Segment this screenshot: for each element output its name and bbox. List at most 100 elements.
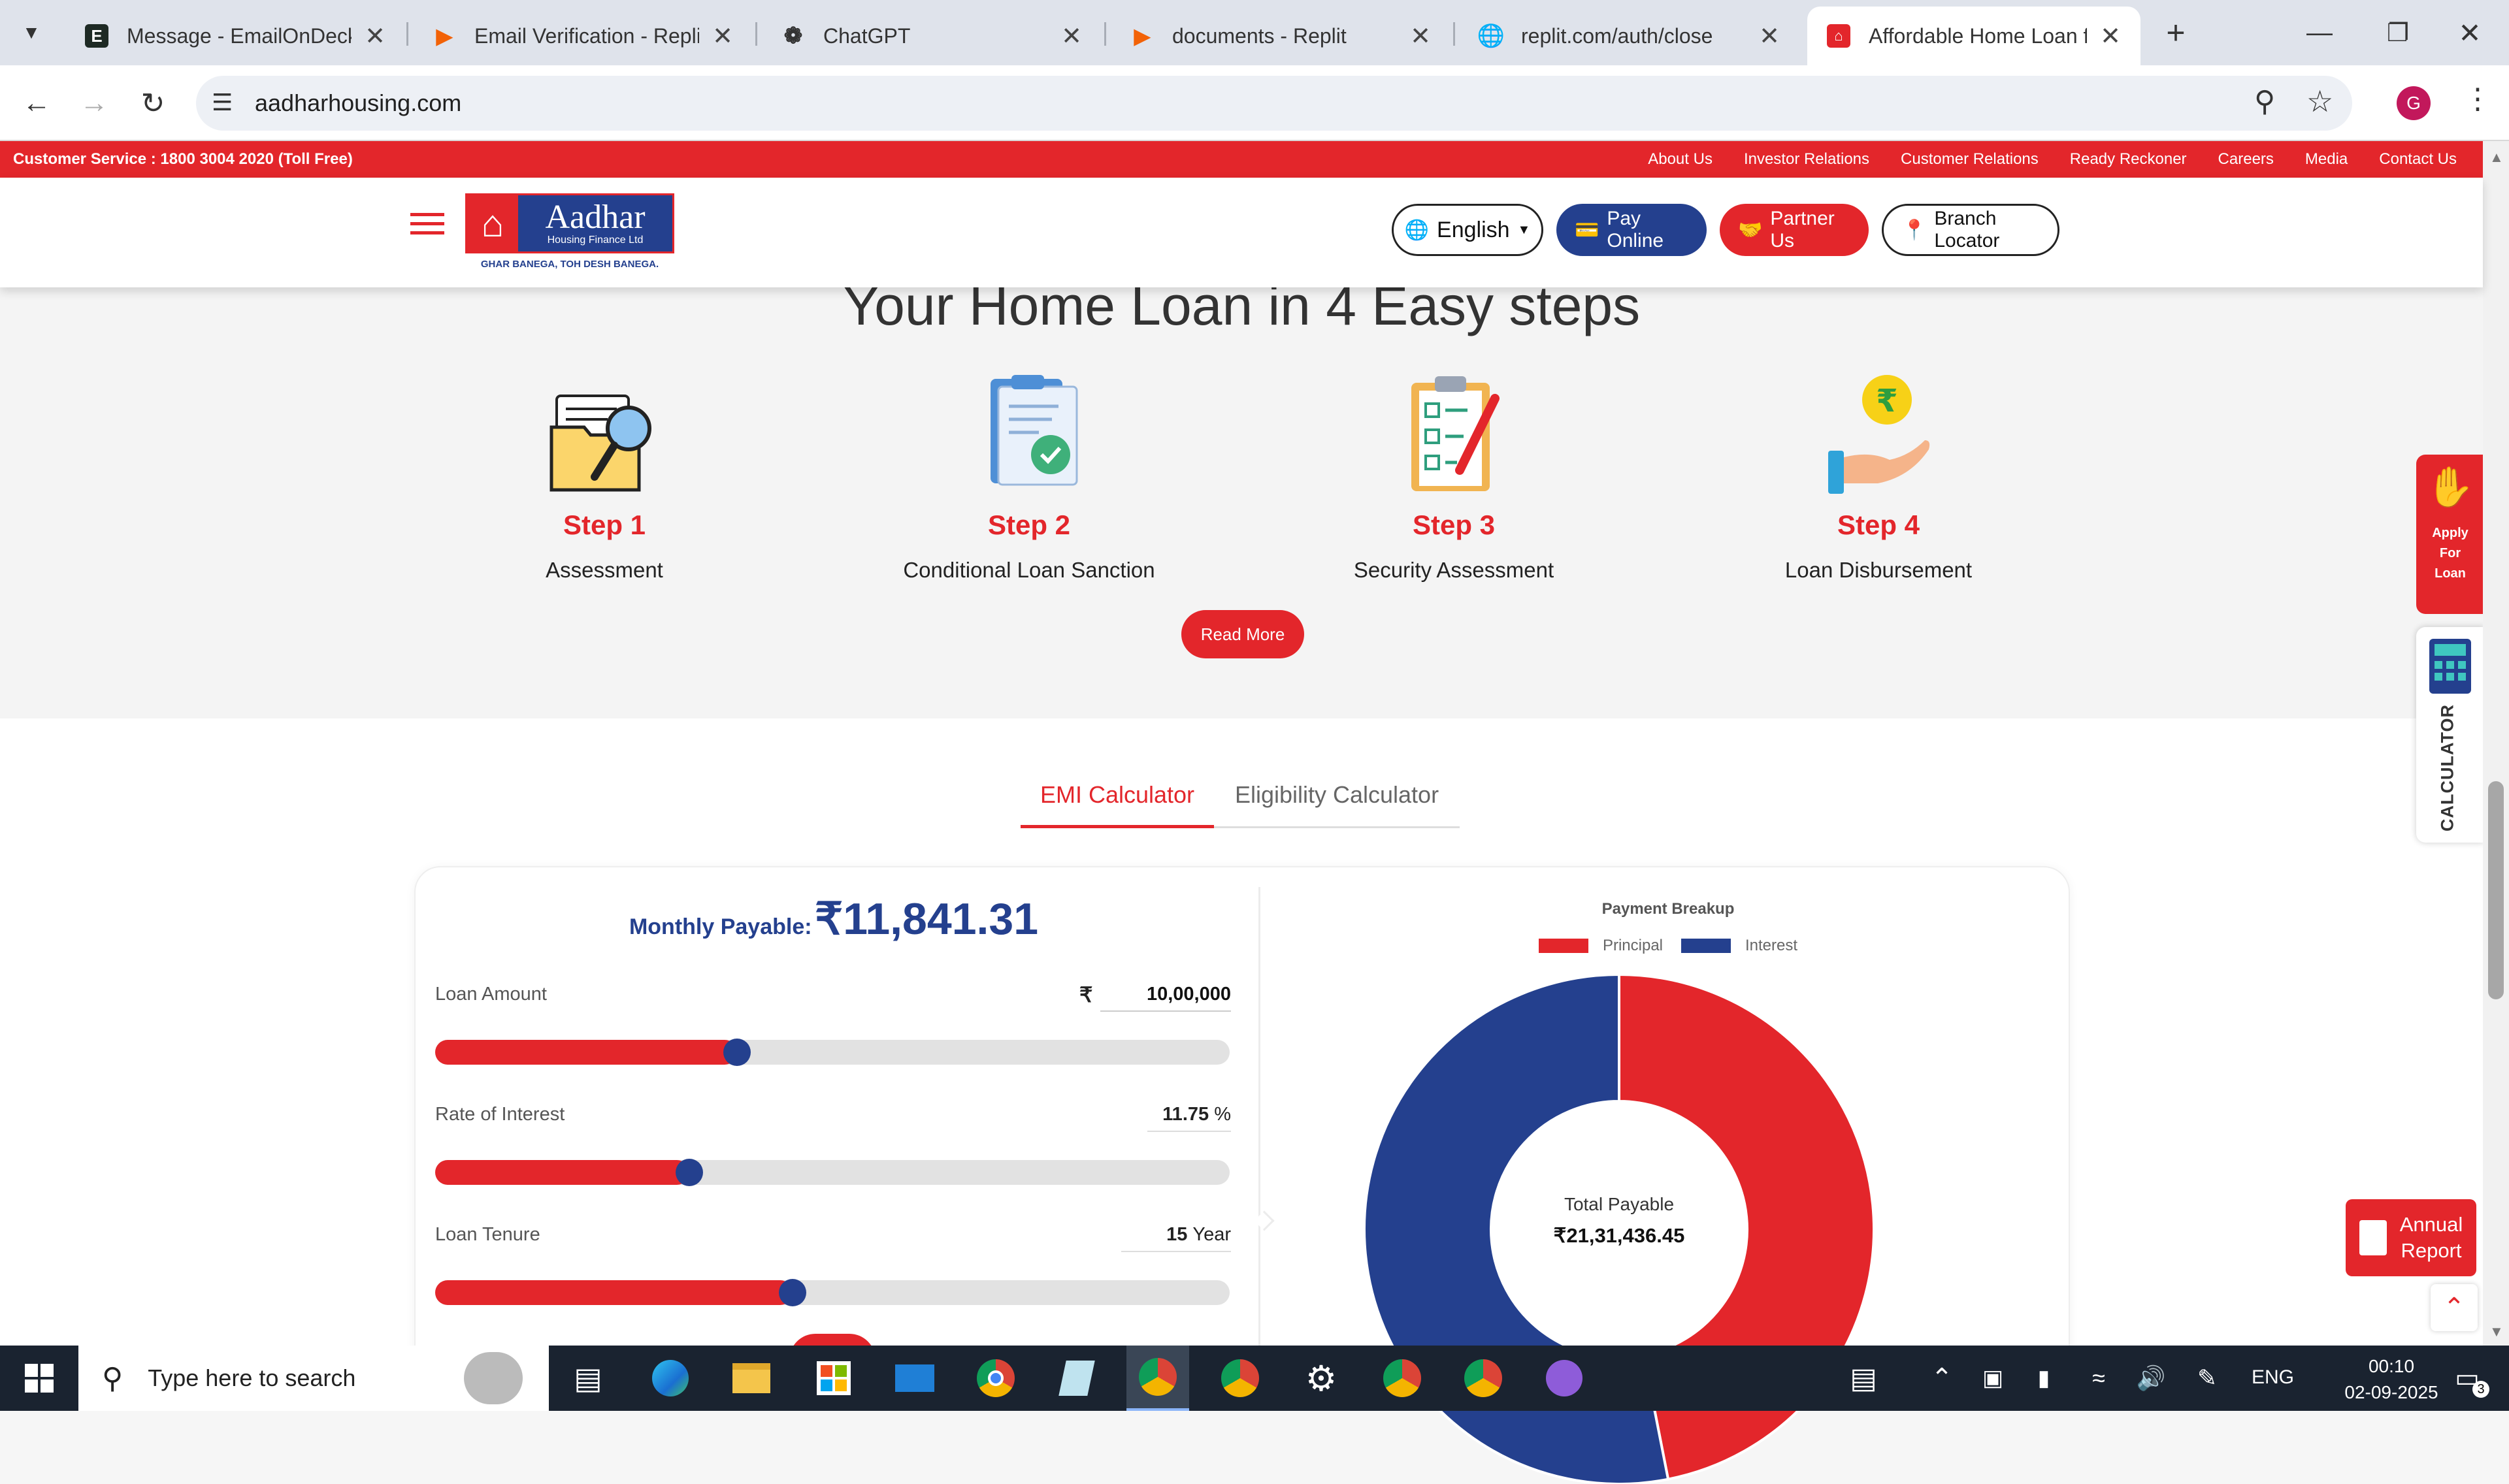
news-widget-icon[interactable]: ▤ [1840,1355,1887,1402]
minimize-icon[interactable]: — [2300,13,2339,52]
link-about-us[interactable]: About Us [1648,150,1713,169]
loan-amount-slider[interactable] [435,1039,1230,1066]
close-tab-icon[interactable]: ✕ [1410,22,1431,51]
interest-rate-input[interactable]: 11.75 [1162,1104,1209,1125]
pay-online-button[interactable]: 💳 Pay Online [1556,204,1707,256]
chrome-profile-g-icon[interactable] [1126,1346,1189,1411]
link-investor-relations[interactable]: Investor Relations [1744,150,1869,169]
tab-title: Affordable Home Loan for [1869,24,2088,48]
pen-icon[interactable]: ✎ [2184,1355,2231,1402]
clock[interactable]: 00:10 02-09-2025 [2326,1353,2457,1406]
interest-rate-label: Rate of Interest [435,1104,565,1125]
browser-tab[interactable]: 🌐 replit.com/auth/close ✕ [1460,7,1799,65]
slider-handle[interactable] [779,1279,807,1306]
scroll-down-arrow-icon[interactable]: ▼ [2489,1323,2504,1340]
link-ready-reckoner[interactable]: Ready Reckoner [2070,150,2187,169]
legend-item[interactable]: Principal [1538,937,1663,955]
forward-icon[interactable]: → [74,84,114,123]
chrome-icon[interactable] [972,1355,1019,1402]
loan-tenure-slider[interactable] [435,1279,1230,1306]
store-icon[interactable] [810,1355,857,1402]
scroll-to-top-button[interactable]: ⌃ [2431,1284,2478,1331]
interest-rate-slider[interactable] [435,1159,1230,1186]
step-card: ₹ Step 4 Loan Disbursement [1715,372,2042,583]
mail-icon[interactable] [891,1355,938,1402]
partner-us-label: Partner Us [1770,208,1835,251]
close-tab-icon[interactable]: ✕ [1759,22,1780,51]
calculator-side-button[interactable]: CALCULATOR [2416,627,2484,843]
close-window-icon[interactable]: ✕ [2450,13,2489,52]
show-hidden-icons[interactable]: ⌃ [1918,1355,1965,1402]
page-scrollbar[interactable]: ▲ ▼ [2483,141,2509,1346]
chrome-profile-3-icon[interactable] [1460,1355,1507,1402]
slider-handle[interactable] [676,1159,704,1186]
file-explorer-icon[interactable] [728,1355,775,1402]
interest-rate-value[interactable]: 11.75 % [1147,1104,1231,1132]
windows-start-icon[interactable] [16,1355,63,1402]
legend-swatch-principal [1538,939,1588,953]
taskbar-search-box[interactable]: ⚲ Type here to search [78,1346,549,1411]
close-tab-icon[interactable]: ✕ [712,22,733,51]
back-icon[interactable]: ← [17,84,56,123]
restore-icon[interactable]: ❐ [2378,13,2418,52]
zoom-icon[interactable]: ⚲ [2254,85,2275,118]
reload-icon[interactable]: ↻ [133,84,172,123]
link-contact-us[interactable]: Contact Us [2379,150,2457,169]
close-tab-icon[interactable]: ✕ [365,22,385,51]
legend-item[interactable]: Interest [1681,937,1797,955]
edge-icon[interactable] [647,1355,694,1402]
step-card: Step 2 Conditional Loan Sanction [866,372,1192,583]
annual-label: Annual [2399,1213,2463,1236]
hamburger-menu-icon[interactable] [410,209,444,238]
close-tab-icon[interactable]: ✕ [2100,22,2121,51]
apply-for-loan-button[interactable]: ✋ Apply For Loan [2416,455,2484,614]
annual-report-button[interactable]: Annual Report [2346,1199,2476,1276]
link-media[interactable]: Media [2305,150,2348,169]
battery-icon[interactable]: ▮ [2020,1355,2067,1402]
browser-tab[interactable]: ❁ ChatGPT ✕ [762,7,1102,65]
settings-gear-icon[interactable]: ⚙ [1298,1355,1345,1402]
browser-tab[interactable]: ▶ documents - Replit ✕ [1111,7,1451,65]
loan-amount-input[interactable]: 10,00,000 [1100,984,1231,1012]
step-label: Conditional Loan Sanction [903,558,1155,582]
slider-handle[interactable] [723,1039,751,1066]
chrome-profile-h-icon[interactable] [1379,1355,1426,1402]
new-tab-button[interactable]: + [2156,13,2195,52]
wifi-icon[interactable]: ≈ [2075,1355,2122,1402]
tab-eligibility-calculator[interactable]: Eligibility Calculator [1214,781,1460,828]
scrollbar-thumb[interactable] [2488,781,2504,999]
notes-app-icon[interactable] [1053,1355,1100,1402]
loan-tenure-input[interactable]: 15 [1166,1224,1187,1245]
browser-tab[interactable]: ▶ Email Verification - Replit ✕ [413,7,753,65]
branch-locator-button[interactable]: 📍 Branch Locator [1882,204,2059,256]
browser-tab-active[interactable]: ⌂ Affordable Home Loan for ✕ [1807,7,2140,65]
tab-search-button[interactable]: ▼ [14,16,48,50]
browser-menu-icon[interactable]: ⋮ [2463,82,2492,116]
link-customer-relations[interactable]: Customer Relations [1901,150,2039,169]
notification-center-icon[interactable]: ▭ 3 [2444,1355,2491,1402]
language-select[interactable]: 🌐 English ▼ [1392,204,1543,256]
partner-us-button[interactable]: 🤝 Partner Us [1720,204,1869,256]
loan-tenure-value[interactable]: 15 Year [1121,1224,1231,1252]
chart-legend: Principal Interest [1265,937,2071,955]
input-language[interactable]: ENG [2252,1366,2294,1389]
chrome-profile-2-icon[interactable] [1217,1355,1264,1402]
close-tab-icon[interactable]: ✕ [1061,22,1082,51]
site-settings-icon[interactable]: ☰ [212,89,233,116]
link-careers[interactable]: Careers [2218,150,2274,169]
site-logo[interactable]: ⌂ Aadhar Housing Finance Ltd GHAR BANEGA… [465,193,674,276]
meet-now-icon[interactable]: ▣ [1969,1355,2016,1402]
task-view-icon[interactable]: ▤ [565,1355,612,1402]
read-more-button[interactable]: Read More [1181,610,1304,658]
scroll-up-arrow-icon[interactable]: ▲ [2489,149,2504,166]
github-icon[interactable] [1541,1355,1588,1402]
address-bar[interactable]: ☰ aadharhousing.com ⚲ ☆ [196,76,2352,131]
tab-emi-calculator[interactable]: EMI Calculator [1021,781,1214,828]
search-highlight-icon [464,1352,523,1404]
volume-icon[interactable]: 🔊 [2127,1355,2174,1402]
step-number: Step 1 [563,509,646,540]
profile-avatar[interactable]: G [2397,86,2431,120]
bookmark-star-icon[interactable]: ☆ [2306,84,2333,119]
browser-tab[interactable]: E Message - EmailOnDeck ✕ [65,7,405,65]
divider-arrow [1254,1210,1275,1231]
